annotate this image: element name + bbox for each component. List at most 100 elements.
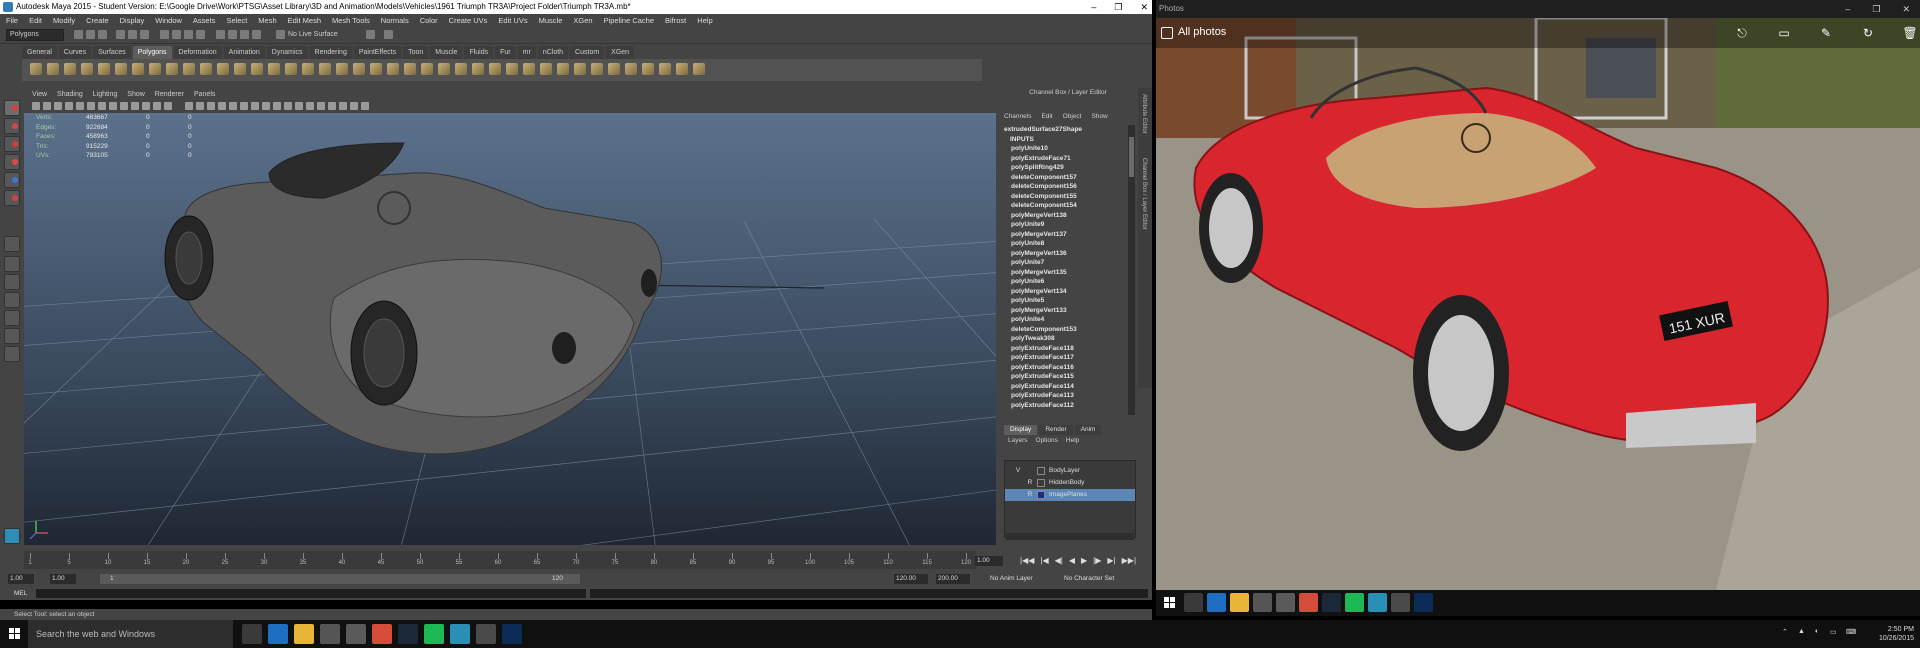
shelf-tool-icon[interactable] <box>353 63 365 75</box>
range-slider[interactable]: 1 120 <box>100 574 580 584</box>
menu-create-uvs[interactable]: Create UVs <box>449 14 488 27</box>
shelf-tool-icon[interactable] <box>557 63 569 75</box>
playback-end-field[interactable]: 120.00 <box>894 574 928 584</box>
layer-color-swatch[interactable] <box>1037 479 1045 487</box>
shelf-tool-icon[interactable] <box>183 63 195 75</box>
lasso-tool-icon[interactable] <box>4 118 20 134</box>
menu-select[interactable]: Select <box>226 14 247 27</box>
menu-window[interactable]: Window <box>155 14 182 27</box>
shelf-tab-toon[interactable]: Toon <box>403 46 429 59</box>
outliner-layout-icon[interactable] <box>4 274 20 290</box>
shelf-tool-icon[interactable] <box>285 63 297 75</box>
shelf-tool-icon[interactable] <box>472 63 484 75</box>
input-node[interactable]: polyUnite9 <box>1004 220 1128 230</box>
people-icon[interactable] <box>346 624 366 644</box>
attribute-editor-tab[interactable]: Attribute Editor <box>1141 94 1147 134</box>
input-node[interactable]: polyUnite8 <box>1004 239 1128 249</box>
playback-button[interactable]: |◀ <box>1040 556 1048 565</box>
shelf-tab-fur[interactable]: Fur <box>495 46 516 59</box>
photos-close-button[interactable]: ✕ <box>1902 0 1910 18</box>
new-scene-icon[interactable] <box>74 30 83 39</box>
input-node[interactable]: polyUnite7 <box>1004 258 1128 268</box>
command-input[interactable] <box>36 589 586 598</box>
steam-icon[interactable] <box>398 624 418 644</box>
taskbar-search[interactable]: Search the web and Windows <box>28 620 233 648</box>
menu-pipeline-cache[interactable]: Pipeline Cache <box>604 14 654 27</box>
shelf-tool-icon[interactable] <box>200 63 212 75</box>
viewport-tool-icon[interactable] <box>251 102 259 110</box>
input-node[interactable]: polyExtrudeFace117 <box>1004 353 1128 363</box>
shelf-tool-icon[interactable] <box>149 63 161 75</box>
shelf-tool-icon[interactable] <box>336 63 348 75</box>
edge-icon[interactable] <box>1207 593 1226 612</box>
shelf-tool-icon[interactable] <box>506 63 518 75</box>
photos-minimize-button[interactable]: – <box>1845 0 1850 18</box>
scale-tool-icon[interactable] <box>4 190 20 206</box>
shelf-tool-icon[interactable] <box>523 63 535 75</box>
input-node[interactable]: polyExtrudeFace112 <box>1004 401 1128 411</box>
viewport-menu-renderer[interactable]: Renderer <box>155 90 184 100</box>
photos-icon[interactable] <box>1391 593 1410 612</box>
input-node[interactable]: polyExtrudeFace116 <box>1004 363 1128 373</box>
mode-menu[interactable]: Polygons <box>6 29 64 41</box>
shelf-tool-icon[interactable] <box>268 63 280 75</box>
snap-grid-icon[interactable] <box>160 30 169 39</box>
viewport-tool-icon[interactable] <box>98 102 106 110</box>
input-node[interactable]: deleteComponent154 <box>1004 201 1128 211</box>
layer-reference-toggle[interactable]: R <box>1025 477 1035 489</box>
playback-button[interactable]: |▶ <box>1093 556 1101 565</box>
hypershade-layout-icon[interactable] <box>4 310 20 326</box>
shelf-tab-general[interactable]: General <box>22 46 57 59</box>
menu-edit-mesh[interactable]: Edit Mesh <box>288 14 321 27</box>
input-node[interactable]: polyUnite4 <box>1004 315 1128 325</box>
shelf-tool-icon[interactable] <box>693 63 705 75</box>
viewport-tool-icon[interactable] <box>153 102 161 110</box>
layer-list-scrollbar[interactable] <box>1006 533 1134 540</box>
shelf-tool-icon[interactable] <box>132 63 144 75</box>
render-layout-icon[interactable] <box>4 346 20 362</box>
shelf-tool-icon[interactable] <box>217 63 229 75</box>
viewport-tool-icon[interactable] <box>207 102 215 110</box>
channel-box-tab[interactable]: Channel Box / Layer Editor <box>1141 158 1147 230</box>
input-line-icon[interactable] <box>366 30 375 39</box>
select-hierarchy-icon[interactable] <box>116 30 125 39</box>
shelf-tab-muscle[interactable]: Muscle <box>430 46 463 59</box>
character-set-menu[interactable]: No Character Set <box>1064 573 1114 585</box>
magnet-icon[interactable] <box>276 30 285 39</box>
viewport-tool-icon[interactable] <box>131 102 139 110</box>
viewport-tool-icon[interactable] <box>76 102 84 110</box>
viewport-tool-icon[interactable] <box>109 102 117 110</box>
edit-icon[interactable]: ✎ <box>1816 24 1836 42</box>
viewport-tool-icon[interactable] <box>65 102 73 110</box>
layer-menu-help[interactable]: Help <box>1066 437 1079 444</box>
channel-box-menu-edit[interactable]: Edit <box>1041 113 1052 123</box>
file-explorer-icon[interactable] <box>1230 593 1249 612</box>
input-node[interactable]: polyMergeVert137 <box>1004 230 1128 240</box>
shelf-tool-icon[interactable] <box>591 63 603 75</box>
paint-select-tool-icon[interactable] <box>4 136 20 152</box>
menu-edit[interactable]: Edit <box>29 14 42 27</box>
input-node[interactable]: polyUnite6 <box>1004 277 1128 287</box>
render-icon[interactable] <box>228 30 237 39</box>
shelf-tool-icon[interactable] <box>642 63 654 75</box>
layer-visibility-toggle[interactable]: V <box>1013 465 1023 477</box>
rotate-tool-icon[interactable] <box>4 172 20 188</box>
input-node[interactable]: polySplitRing429 <box>1004 163 1128 173</box>
slideshow-icon[interactable]: ▭ <box>1774 24 1794 42</box>
task-view-icon[interactable] <box>1184 593 1203 612</box>
photos-maximize-button[interactable]: ❐ <box>1872 0 1880 18</box>
store-icon[interactable] <box>320 624 340 644</box>
viewport-tool-icon[interactable] <box>229 102 237 110</box>
task-view-icon[interactable] <box>242 624 262 644</box>
input-node[interactable]: deleteComponent156 <box>1004 182 1128 192</box>
share-icon[interactable]: ⎋ <box>1732 24 1752 42</box>
menu-mesh-tools[interactable]: Mesh Tools <box>332 14 370 27</box>
layer-menu-layers[interactable]: Layers <box>1008 437 1028 444</box>
end-time-field[interactable]: 200.00 <box>936 574 970 584</box>
keyboard-icon[interactable]: ⌨ <box>1846 628 1856 636</box>
shelf-tab-ncloth[interactable]: nCloth <box>537 46 569 59</box>
shelf-tab-dynamics[interactable]: Dynamics <box>266 46 308 59</box>
viewport-tool-icon[interactable] <box>164 102 172 110</box>
viewport-menu-show[interactable]: Show <box>127 90 145 100</box>
car-photo[interactable]: 151 XUR <box>1156 18 1920 590</box>
